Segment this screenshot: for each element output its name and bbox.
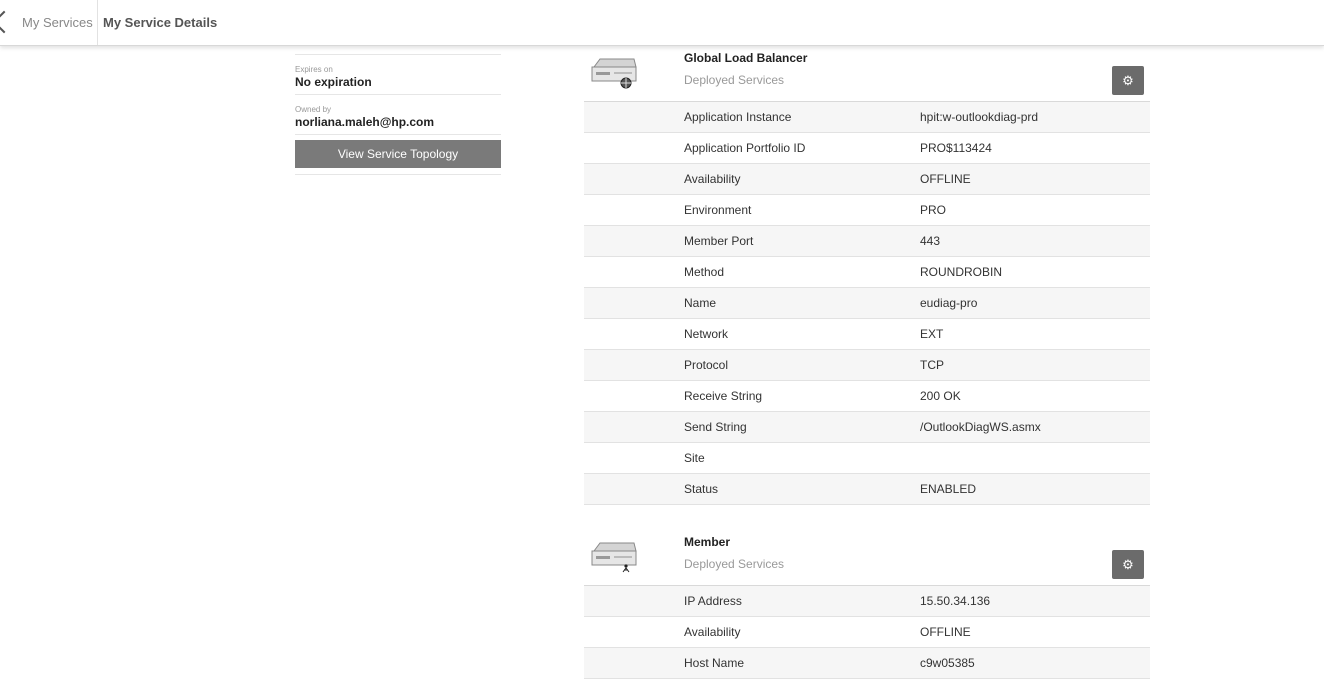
property-key: Receive String — [684, 389, 763, 403]
table-row: Network EXT — [584, 319, 1150, 350]
property-key: Availability — [684, 625, 741, 639]
expires-value: No expiration — [295, 75, 372, 89]
property-key: Environment — [684, 203, 752, 217]
breadcrumb-my-services[interactable]: My Services — [22, 15, 93, 30]
back-chevron-icon[interactable] — [0, 10, 16, 34]
owner-block: Owned by norliana.maleh@hp.com — [295, 94, 501, 134]
table-row: Status ENABLED — [584, 474, 1150, 505]
table-row: Method ROUNDROBIN — [584, 257, 1150, 288]
property-key: Application Portfolio ID — [684, 141, 806, 155]
settings-button[interactable]: ⚙ — [1112, 66, 1144, 95]
property-key: Network — [684, 327, 729, 341]
expires-block: Expires on No expiration — [295, 54, 501, 94]
properties-table: Application Instance hpit:w-outlookdiag-p… — [584, 101, 1150, 505]
table-row: Receive String 200 OK — [584, 381, 1150, 412]
property-value: 200 OK — [920, 389, 961, 403]
property-value: EXT — [920, 327, 944, 341]
property-value: 443 — [920, 234, 941, 248]
table-row: Application Portfolio ID PRO$113424 — [584, 133, 1150, 164]
view-service-topology-button[interactable]: View Service Topology — [295, 140, 501, 168]
table-row: Availability OFFLINE — [584, 617, 1150, 648]
server-globe-icon — [591, 58, 637, 89]
property-value: /OutlookDiagWS.asmx — [920, 420, 1041, 434]
property-key: Name — [684, 296, 717, 310]
gear-icon: ⚙ — [1122, 73, 1134, 88]
table-row: Availability OFFLINE — [584, 164, 1150, 195]
expires-label: Expires on — [295, 65, 333, 74]
member-section: Member Deployed Services ⚙ IP Address 15.… — [584, 535, 1150, 679]
server-person-icon — [591, 542, 637, 573]
property-value: PRO — [920, 203, 947, 217]
property-value: eudiag-pro — [920, 296, 978, 310]
property-value: OFFLINE — [920, 172, 971, 186]
section-title: Global Load Balancer — [684, 51, 808, 65]
settings-button[interactable]: ⚙ — [1112, 550, 1144, 579]
property-key: Site — [684, 451, 705, 465]
property-value: OFFLINE — [920, 625, 971, 639]
property-value: TCP — [920, 358, 944, 372]
top-bar: My Services My Service Details — [0, 0, 1324, 46]
property-value: hpit:w-outlookdiag-prd — [920, 110, 1039, 124]
section-subtitle: Deployed Services — [684, 557, 785, 571]
property-key: IP Address — [684, 594, 742, 608]
property-key: Member Port — [684, 234, 754, 248]
property-value: 15.50.34.136 — [920, 594, 991, 608]
table-row: Name eudiag-pro — [584, 288, 1150, 319]
table-row: Protocol TCP — [584, 350, 1150, 381]
topology-wrap: View Service Topology — [295, 134, 501, 175]
table-row: Send String/OutlookDiagWS.asmx — [584, 412, 1150, 443]
property-value: c9w05385 — [920, 656, 975, 670]
property-key: Availability — [684, 172, 741, 186]
table-row: Environment PRO — [584, 195, 1150, 226]
page-title: My Service Details — [103, 15, 218, 30]
global-load-balancer-section: Global Load Balancer Deployed Services ⚙… — [584, 51, 1150, 505]
owner-label: Owned by — [295, 105, 332, 114]
section-header: Member Deployed Services ⚙ — [584, 535, 1150, 585]
property-key: Application Instance — [684, 110, 792, 124]
breadcrumb-divider — [97, 0, 98, 45]
table-row: Member Port 443 — [584, 226, 1150, 257]
table-row: Site — [584, 443, 1150, 474]
section-subtitle: Deployed Services — [684, 73, 785, 87]
property-key: Status — [684, 482, 719, 496]
owner-value: norliana.maleh@hp.com — [295, 115, 435, 129]
property-key: Host Name — [684, 656, 745, 670]
gear-icon: ⚙ — [1122, 557, 1134, 572]
table-row: Application Instance hpit:w-outlookdiag-p… — [584, 102, 1150, 133]
property-value: PRO$113424 — [920, 141, 992, 155]
property-key: Method — [684, 265, 725, 279]
property-key: Send String — [684, 420, 747, 434]
section-title: Member — [684, 535, 731, 549]
table-row: IP Address 15.50.34.136 — [584, 586, 1150, 617]
properties-table: IP Address 15.50.34.136 Availability OFFLI… — [584, 585, 1150, 679]
service-info-panel: Expires on No expiration Owned by norlia… — [295, 54, 501, 175]
section-header: Global Load Balancer Deployed Services ⚙ — [584, 51, 1150, 101]
property-key: Protocol — [684, 358, 729, 372]
property-value: ENABLED — [920, 482, 977, 496]
property-value: ROUNDROBIN — [920, 265, 1003, 279]
